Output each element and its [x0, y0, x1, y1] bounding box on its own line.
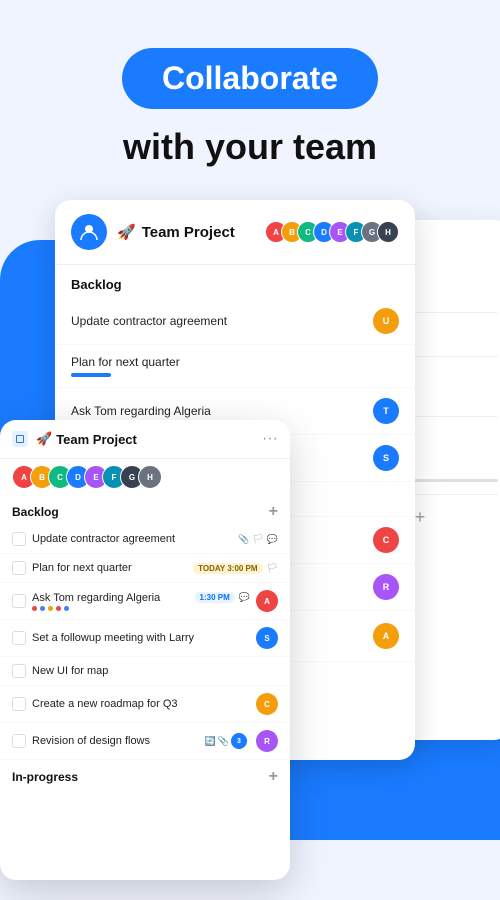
- dot-red: [32, 606, 37, 611]
- front-task-avatar: R: [256, 730, 278, 752]
- front-task-content: Plan for next quarter TODAY 3:00 PM 🏳: [32, 562, 278, 574]
- front-task-row[interactable]: Ask Tom regarding Algeria 1:30 PM 💬 A: [0, 583, 290, 620]
- task-icons: 📎 🏳 💬: [238, 534, 278, 545]
- front-task-text: New UI for map: [32, 665, 278, 677]
- task-avatar-end: A: [373, 623, 399, 649]
- task-text-row: Plan for next quarter TODAY 3:00 PM 🏳: [32, 562, 278, 574]
- front-task-content: Ask Tom regarding Algeria 1:30 PM 💬: [32, 592, 250, 611]
- task-text: Plan for next quarter: [71, 355, 399, 369]
- progress-bar: [71, 373, 111, 377]
- today-tag: TODAY 3:00 PM: [193, 563, 262, 574]
- mockup-area: In- B...e... R... L...a... A...W...w... …: [0, 200, 500, 900]
- front-panel: 🚀 Team Project ··· A B C D E F G H Backl…: [0, 420, 290, 880]
- front-task-text: Create a new roadmap for Q3: [32, 698, 250, 710]
- front-panel-emoji: 🚀: [36, 431, 52, 447]
- task-checkbox[interactable]: [12, 561, 26, 575]
- add-inprogress-button[interactable]: +: [269, 768, 278, 786]
- task-text: Ask Tom regarding Algeria: [71, 404, 363, 418]
- front-task-text: Update contractor agreement: [32, 533, 232, 545]
- task-avatar: U: [373, 308, 399, 334]
- dot-row: [32, 606, 250, 611]
- task-checkbox[interactable]: [12, 631, 26, 645]
- flag-icon: 🏳: [267, 563, 278, 574]
- front-panel-header: 🚀 Team Project ···: [0, 420, 290, 459]
- front-task-row[interactable]: Set a followup meeting with Larry S: [0, 620, 290, 657]
- task-checkbox[interactable]: [12, 734, 26, 748]
- team-avatar: H: [377, 221, 399, 243]
- task-text: Update contractor agreement: [71, 314, 363, 328]
- task-number-badge: 3: [231, 733, 247, 749]
- dot-blue: [40, 606, 45, 611]
- task-avatar: R: [373, 574, 399, 600]
- task-checkbox[interactable]: [12, 532, 26, 546]
- task-text-row: Ask Tom regarding Algeria 1:30 PM 💬: [32, 592, 250, 604]
- menu-dots[interactable]: ···: [262, 430, 278, 448]
- app-icon: [12, 431, 28, 447]
- add-backlog-button[interactable]: +: [269, 503, 278, 521]
- front-inprogress-header: In-progress +: [0, 760, 290, 790]
- task-row: Plan for next quarter: [55, 345, 415, 388]
- front-task-avatar: C: [256, 693, 278, 715]
- front-task-text: Plan for next quarter: [32, 562, 189, 574]
- front-panel-title: 🚀 Team Project: [36, 431, 137, 447]
- comment-icon: 💬: [267, 534, 278, 545]
- main-panel-header: 🚀 Team Project A B C D E F G H: [55, 200, 415, 265]
- checkbox-shape: [16, 435, 24, 443]
- backlog-section-header: Backlog: [55, 265, 415, 298]
- task-avatar: C: [373, 527, 399, 553]
- front-backlog-label: Backlog: [12, 505, 59, 519]
- task-icons-row: 🔄 📎 3: [205, 733, 247, 749]
- task-checkbox[interactable]: [12, 697, 26, 711]
- panel-avatar: [71, 214, 107, 250]
- dot-blue2: [64, 606, 69, 611]
- front-avatar-group: A B C D E F G H: [0, 459, 290, 495]
- task-content: Plan for next quarter: [71, 355, 399, 377]
- flag-icon: 🏳: [252, 534, 263, 545]
- front-task-avatar: S: [256, 627, 278, 649]
- front-task-row[interactable]: New UI for map: [0, 657, 290, 686]
- task-row: Update contractor agreement U: [55, 298, 415, 345]
- task-avatar: A: [373, 623, 399, 649]
- task-avatar: S: [373, 445, 399, 471]
- front-backlog-header: Backlog +: [0, 495, 290, 525]
- hero-section: Collaborate with your team: [0, 0, 500, 188]
- task-checkbox[interactable]: [12, 664, 26, 678]
- panel-title: 🚀 Team Project: [117, 223, 235, 241]
- collaborate-badge: Collaborate: [122, 48, 378, 109]
- front-task-avatar: A: [256, 590, 278, 612]
- paperclip-icon: 📎: [218, 736, 229, 747]
- avatar-group: A B C D E F G H: [271, 221, 399, 243]
- hero-subtitle: with your team: [20, 125, 480, 168]
- front-task-text: Revision of design flows: [32, 735, 199, 747]
- front-task-row[interactable]: Revision of design flows 🔄 📎 3 R: [0, 723, 290, 760]
- front-task-row[interactable]: Create a new roadmap for Q3 C: [0, 686, 290, 723]
- front-inprogress-label: In-progress: [12, 770, 78, 784]
- dot-orange: [48, 606, 53, 611]
- dot-red2: [56, 606, 61, 611]
- front-panel-title-text: Team Project: [56, 432, 137, 447]
- time-tag: 1:30 PM: [195, 592, 235, 603]
- task-avatar: T: [373, 398, 399, 424]
- front-task-text: Ask Tom regarding Algeria: [32, 592, 191, 604]
- front-task-row[interactable]: Update contractor agreement 📎 🏳 💬: [0, 525, 290, 554]
- front-task-text: Set a followup meeting with Larry: [32, 632, 250, 644]
- front-team-avatar: H: [138, 465, 162, 489]
- task-checkbox[interactable]: [12, 594, 26, 608]
- attach-icon: 📎: [238, 534, 249, 545]
- comment-icon: 💬: [239, 592, 250, 603]
- front-task-row[interactable]: Plan for next quarter TODAY 3:00 PM 🏳: [0, 554, 290, 583]
- panel-title-text: Team Project: [142, 224, 235, 241]
- repeat-icon: 🔄: [205, 736, 216, 747]
- panel-emoji: 🚀: [117, 223, 136, 241]
